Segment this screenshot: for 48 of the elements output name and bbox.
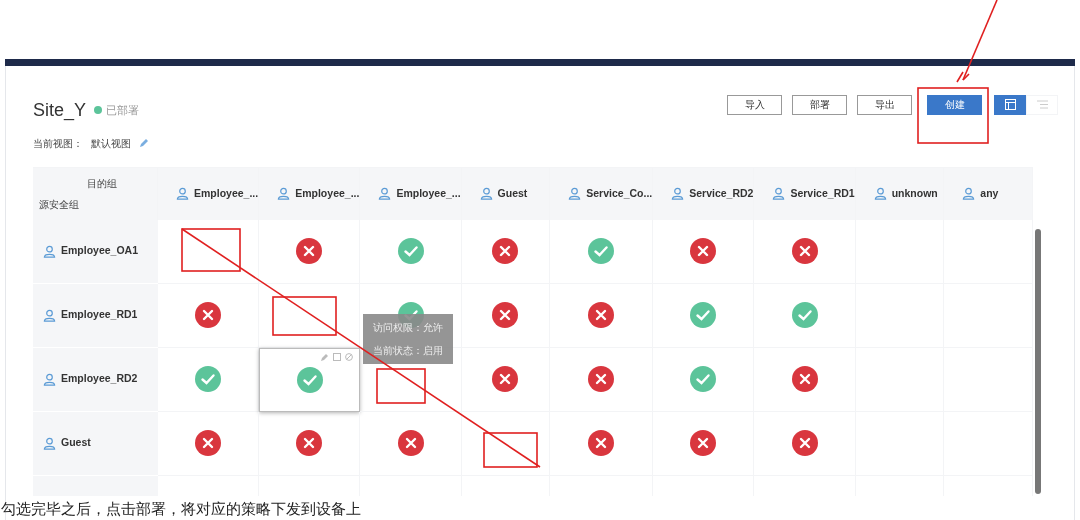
user-icon <box>962 187 976 200</box>
source-group-label: 源安全组 <box>39 197 79 212</box>
column-label: Employee_... <box>295 185 360 201</box>
column-label: unknown <box>891 185 938 201</box>
disable-icon[interactable] <box>345 352 354 361</box>
scrollbar[interactable] <box>1035 228 1041 494</box>
tooltip-text: 访问权限：允许 <box>373 320 443 335</box>
grid-view-button[interactable] <box>994 94 1026 115</box>
toolbar-button[interactable]: 导入 <box>727 94 782 115</box>
toolbar-button[interactable]: 导出 <box>857 94 912 115</box>
caption: 勾选完毕之后，点击部署，将对应的策略下发到设备上 <box>1 498 362 519</box>
toolbar-button[interactable]: 部署 <box>792 94 847 115</box>
row-label: Employee_OA1 <box>61 243 139 259</box>
row-label: Employee_RD2 <box>61 371 138 387</box>
column-label: any <box>980 185 999 201</box>
tooltip-text: 当前状态：启用 <box>373 343 443 358</box>
user-icon <box>671 187 685 200</box>
toolbar-button[interactable]: 创建 <box>927 94 982 115</box>
pencil-icon[interactable] <box>321 352 330 361</box>
column-label: Service_RD1 <box>790 185 855 201</box>
table-icon <box>1004 99 1016 110</box>
copy-icon[interactable] <box>333 352 342 361</box>
column-label: Employee_... <box>194 185 259 201</box>
view-name: 默认视图 <box>91 136 131 151</box>
site-title: Site_Y <box>33 98 87 123</box>
column-label: Employee_... <box>396 185 461 201</box>
column-label: Service_RD2 <box>689 185 754 201</box>
user-icon <box>43 436 56 450</box>
column-label: Guest <box>497 185 528 201</box>
column-label: Service_Co... <box>586 185 653 201</box>
user-icon <box>568 187 582 200</box>
user-icon <box>378 187 392 200</box>
row-label: Guest <box>61 435 91 451</box>
user-icon <box>176 187 189 200</box>
status-label: 已部署 <box>106 102 140 118</box>
pencil-icon[interactable] <box>139 138 149 148</box>
user-icon <box>873 187 887 200</box>
view-label: 当前视图： <box>33 136 83 151</box>
user-icon <box>277 187 291 200</box>
user-icon <box>479 187 493 200</box>
row-label: Employee_RD1 <box>61 307 138 323</box>
matrix-cell[interactable] <box>259 347 361 412</box>
user-icon <box>43 308 56 322</box>
target-group-label: 目的组 <box>87 176 117 191</box>
list-icon <box>1036 100 1048 109</box>
user-icon <box>43 372 56 386</box>
user-icon <box>772 187 786 200</box>
user-icon <box>43 244 56 258</box>
